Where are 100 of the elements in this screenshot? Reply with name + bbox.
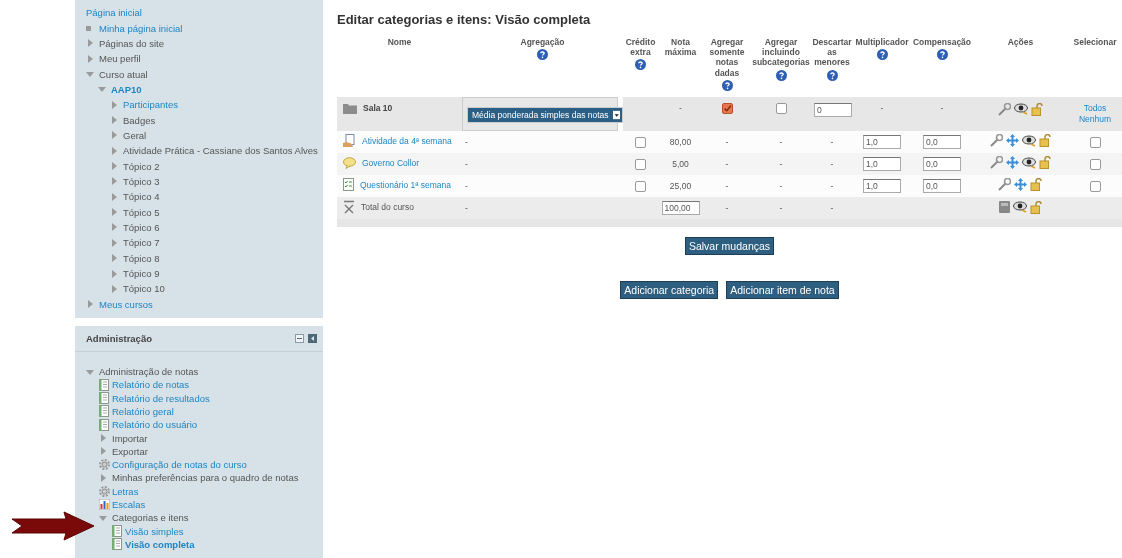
- nav-link[interactable]: Visão simples: [125, 525, 184, 537]
- eye-icon[interactable]: [1021, 156, 1036, 169]
- input-field[interactable]: 1,0: [863, 178, 901, 193]
- nav-link[interactable]: Página inicial: [86, 7, 142, 19]
- input-field[interactable]: 0,0: [923, 134, 961, 149]
- item-link[interactable]: Atividade da 4ª semana: [362, 135, 452, 146]
- help-icon[interactable]: [775, 69, 787, 81]
- add-button[interactable]: Adicionar item de nota: [726, 280, 839, 299]
- cell-text: -: [940, 102, 944, 113]
- wrench-icon[interactable]: [989, 134, 1003, 148]
- input-field[interactable]: 0,0: [923, 156, 961, 171]
- nav-link[interactable]: Configuração de notas do curso: [112, 459, 247, 471]
- checkbox[interactable]: [635, 136, 646, 148]
- save-button[interactable]: Salvar mudanças: [684, 236, 775, 255]
- triangle-icon[interactable]: [110, 177, 118, 186]
- eye-icon[interactable]: [1021, 134, 1036, 147]
- triangle-icon[interactable]: [99, 473, 107, 482]
- triangle-icon[interactable]: [99, 434, 107, 442]
- nav-item[interactable]: Administração de notas: [99, 366, 199, 377]
- nav-item[interactable]: Tópico 7: [123, 237, 160, 249]
- triangle-icon[interactable]: [99, 513, 107, 522]
- help-icon[interactable]: [826, 69, 838, 81]
- nav-item[interactable]: Tópico 10: [123, 283, 165, 295]
- triangle-icon[interactable]: [110, 208, 118, 217]
- nav-item[interactable]: Categorias e itens: [112, 512, 189, 524]
- item-link[interactable]: Questionário 1ª semana: [360, 179, 452, 190]
- triangle-icon[interactable]: [86, 70, 94, 79]
- triangle-icon[interactable]: [110, 223, 118, 232]
- nav-link[interactable]: Meus cursos: [99, 298, 153, 310]
- checkbox[interactable]: [721, 103, 733, 115]
- nav-item[interactable]: Tópico 2: [123, 160, 160, 172]
- nav-link[interactable]: Relatório geral: [112, 405, 174, 417]
- nav-link[interactable]: Escalas: [112, 499, 146, 510]
- help-icon[interactable]: [936, 49, 948, 61]
- checkbox[interactable]: [635, 158, 646, 170]
- select-link[interactable]: Nenhum: [1078, 113, 1112, 125]
- triangle-icon[interactable]: [99, 447, 107, 456]
- nav-item[interactable]: Geral: [123, 129, 147, 141]
- nav-item[interactable]: Tópico 8: [123, 252, 160, 264]
- nav-item[interactable]: Tópico 4: [123, 191, 160, 203]
- nav-link[interactable]: Relatório de resultados: [112, 392, 210, 404]
- triangle-icon[interactable]: [110, 131, 118, 140]
- input-field[interactable]: 0,0: [923, 178, 961, 193]
- nav-item[interactable]: Exportar: [112, 445, 148, 457]
- eye-icon[interactable]: [1013, 103, 1028, 116]
- eye-icon[interactable]: [1012, 201, 1027, 214]
- triangle-icon[interactable]: [86, 367, 94, 376]
- input-field[interactable]: 100,00: [661, 200, 700, 215]
- triangle-icon[interactable]: [86, 39, 94, 48]
- triangle-icon[interactable]: [86, 300, 94, 309]
- nav-link[interactable]: Minha página inicial: [99, 22, 183, 34]
- nav-item[interactable]: Importar: [112, 432, 148, 444]
- input-field[interactable]: 1,0: [863, 134, 901, 149]
- nav-item[interactable]: Tópico 6: [123, 222, 160, 233]
- nav-item[interactable]: Badges: [123, 114, 156, 126]
- nav-item[interactable]: Tópico 9: [123, 268, 160, 279]
- collapse-icon[interactable]: [295, 333, 304, 343]
- triangle-icon[interactable]: [110, 254, 118, 263]
- move-icon[interactable]: [1014, 178, 1027, 192]
- triangle-icon[interactable]: [110, 238, 118, 247]
- nav-link[interactable]: Relatório de notas: [112, 379, 190, 391]
- nav-item[interactable]: Minhas preferências para o quadro de notas: [112, 472, 299, 484]
- input-field[interactable]: 1,0: [863, 156, 901, 171]
- triangle-icon[interactable]: [110, 284, 118, 293]
- nav-link[interactable]: Letras: [112, 485, 139, 497]
- triangle-icon[interactable]: [110, 100, 118, 109]
- triangle-icon[interactable]: [110, 192, 118, 201]
- add-button[interactable]: Adicionar categoria: [620, 280, 719, 299]
- triangle-icon[interactable]: [110, 269, 118, 278]
- help-icon[interactable]: [721, 79, 733, 91]
- nav-link[interactable]: Participantes: [123, 99, 178, 111]
- triangle-icon[interactable]: [110, 146, 118, 155]
- triangle-icon[interactable]: [86, 54, 94, 63]
- calculator-icon[interactable]: [998, 201, 1010, 214]
- wrench-icon[interactable]: [989, 156, 1003, 170]
- padlock-icon[interactable]: [1030, 178, 1043, 192]
- triangle-icon[interactable]: [110, 162, 118, 171]
- help-icon[interactable]: [537, 49, 548, 61]
- aggregation-select[interactable]: Média ponderada simples das notas: [467, 106, 623, 123]
- nav-item[interactable]: Páginas do site: [99, 37, 164, 49]
- wrench-icon[interactable]: [998, 178, 1011, 192]
- checkbox[interactable]: [1089, 158, 1101, 170]
- checkbox[interactable]: [1089, 136, 1101, 148]
- nav-item[interactable]: Curso atual: [99, 68, 148, 80]
- checkbox[interactable]: [775, 103, 787, 115]
- help-icon[interactable]: [876, 49, 888, 61]
- select-link[interactable]: Todos: [1083, 102, 1107, 114]
- nav-link[interactable]: Relatório do usuário: [112, 419, 198, 431]
- nav-item[interactable]: Tópico 5: [123, 206, 160, 218]
- nav-item[interactable]: Tópico 3: [123, 175, 160, 187]
- checkbox[interactable]: [1089, 180, 1101, 192]
- checkbox[interactable]: [635, 180, 646, 192]
- nav-item[interactable]: Atividade Prática - Cassiane dos Santos Alves: [123, 145, 318, 157]
- input-field[interactable]: 0: [814, 102, 852, 117]
- nav-item[interactable]: Meu perfil: [99, 53, 141, 65]
- triangle-icon[interactable]: [98, 85, 106, 94]
- nav-link[interactable]: Visão completa: [125, 538, 195, 550]
- help-icon[interactable]: [635, 59, 646, 71]
- triangle-icon[interactable]: [110, 116, 118, 125]
- dock-icon[interactable]: [308, 333, 317, 343]
